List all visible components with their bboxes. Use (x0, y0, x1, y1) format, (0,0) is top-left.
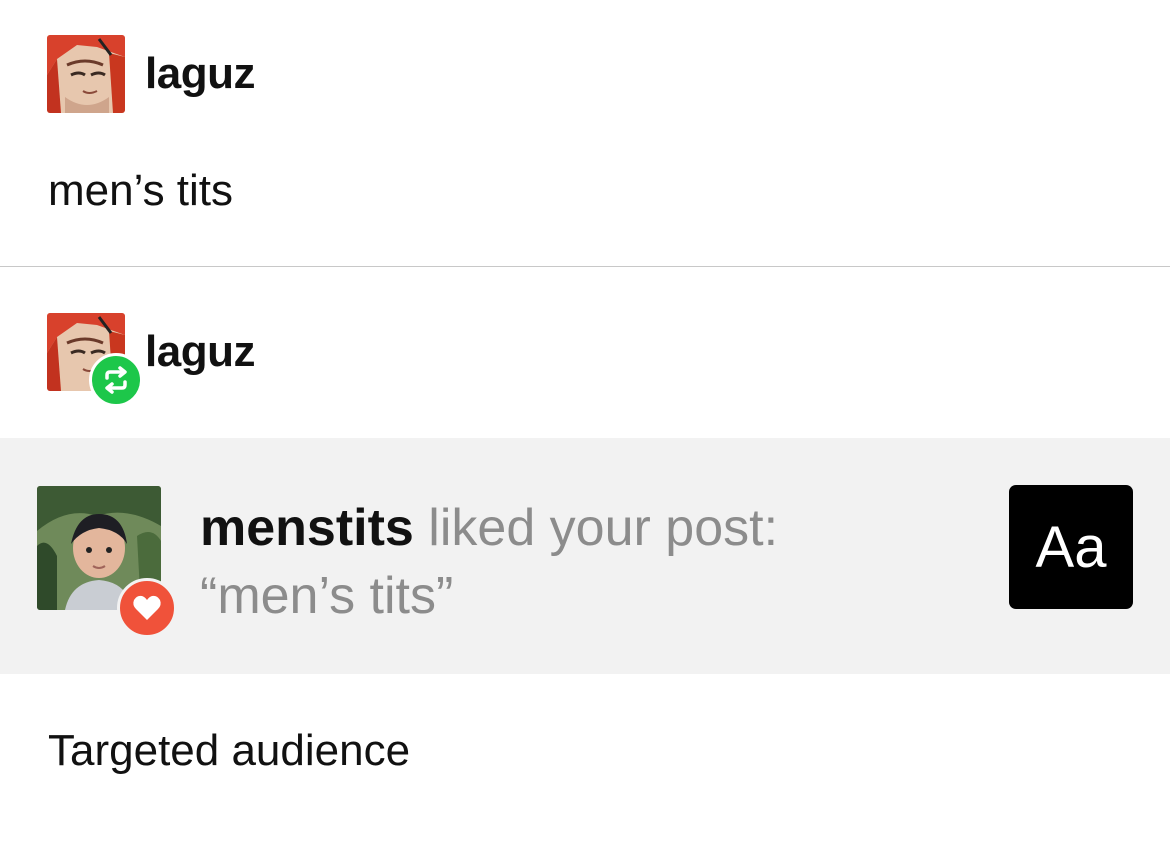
like-notification[interactable]: menstits liked your post: “men’s tits” A… (0, 438, 1170, 674)
notification-username[interactable]: menstits (200, 499, 414, 557)
reblog-icon (89, 353, 143, 407)
reblog-header: laguz (47, 313, 255, 407)
post-header: laguz (47, 35, 255, 113)
avatar[interactable] (47, 35, 125, 113)
notification-action: liked your post: (413, 499, 779, 557)
post-text: men’s tits (48, 166, 234, 215)
notification-quote: “men’s tits” (200, 567, 454, 625)
notification-text: menstits liked your post: “men’s tits” (200, 494, 778, 630)
avatar[interactable] (47, 313, 143, 407)
divider (0, 266, 1170, 267)
username[interactable]: laguz (145, 49, 255, 99)
heart-icon (117, 578, 177, 638)
username[interactable]: laguz (145, 327, 255, 377)
post-thumbnail[interactable]: Aa (1009, 485, 1133, 609)
caption-text: Targeted audience (48, 726, 411, 775)
avatar[interactable] (37, 486, 177, 638)
